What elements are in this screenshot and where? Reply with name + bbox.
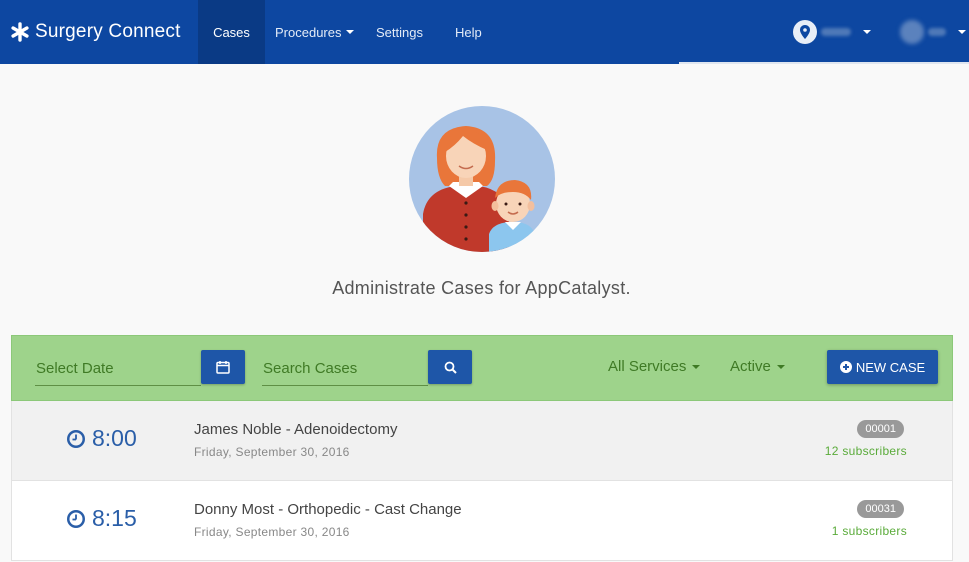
chevron-down-icon (863, 30, 871, 34)
brand-link[interactable]: Surgery Connect (10, 0, 181, 64)
location-name-redacted (821, 28, 851, 36)
nav-help[interactable]: Help (455, 0, 482, 64)
subscribers-count[interactable]: 12 subscribers (825, 444, 907, 458)
user-dropdown[interactable] (900, 0, 966, 64)
date-input[interactable]: Select Date (35, 350, 201, 386)
asterisk-icon (11, 22, 29, 42)
case-date: Friday, September 30, 2016 (194, 445, 350, 459)
case-title[interactable]: Donny Most - Orthopedic - Cast Change (194, 501, 462, 518)
services-dropdown[interactable]: All Services (608, 358, 701, 375)
page-title: Administrate Cases for AppCatalyst. (332, 278, 631, 298)
brand-name: Surgery Connect (35, 21, 181, 42)
nav-settings[interactable]: Settings (376, 0, 423, 64)
new-case-button[interactable]: NEW CASE (827, 350, 938, 384)
search-input[interactable]: Search Cases (262, 350, 428, 386)
nav-cases-label: Cases (213, 24, 250, 40)
nav-help-label: Help (455, 24, 482, 40)
mother-child-illustration (409, 106, 555, 252)
case-time: 8:15 (66, 505, 137, 532)
clock-icon (67, 429, 85, 448)
location-dropdown[interactable] (793, 0, 871, 64)
nav-procedures-label: Procedures (275, 24, 342, 40)
case-time-text: 8:00 (92, 425, 137, 451)
case-title[interactable]: James Noble - Adenoidectomy (194, 421, 397, 438)
subscribers-count[interactable]: 1 subscribers (832, 524, 907, 538)
case-row[interactable]: 8:15 Donny Most - Orthopedic - Cast Chan… (11, 481, 953, 561)
clock-icon (67, 509, 85, 528)
new-case-label: NEW CASE (855, 359, 926, 375)
case-time-text: 8:15 (92, 505, 137, 531)
plus-circle-icon (839, 361, 852, 373)
chevron-down-icon (776, 364, 785, 369)
nav-cases[interactable]: Cases (198, 0, 265, 64)
nav-settings-label: Settings (376, 24, 423, 40)
search-icon (444, 361, 457, 374)
case-time: 8:00 (66, 425, 137, 452)
services-label: All Services (608, 358, 687, 375)
calendar-button[interactable] (201, 350, 245, 384)
case-id-badge: 00001 (857, 420, 904, 438)
case-id-badge: 00031 (857, 500, 904, 518)
navbar-divider (679, 62, 969, 64)
nav-procedures[interactable]: Procedures (275, 0, 355, 64)
chevron-down-icon (346, 30, 355, 34)
map-marker-icon (793, 20, 817, 44)
status-dropdown[interactable]: Active (730, 358, 785, 375)
case-row[interactable]: 8:00 James Noble - Adenoidectomy Friday,… (11, 401, 953, 481)
user-name-redacted (928, 28, 946, 36)
chevron-down-icon (958, 30, 966, 34)
top-navbar: Surgery Connect Cases Procedures Setting… (0, 0, 969, 64)
search-button[interactable] (428, 350, 472, 384)
user-avatar-icon (900, 20, 924, 44)
chevron-down-icon (692, 364, 701, 369)
case-filter-toolbar: Select Date Search Cases All Services Ac… (11, 335, 953, 401)
status-label: Active (730, 358, 771, 375)
case-date: Friday, September 30, 2016 (194, 525, 350, 539)
calendar-icon (216, 361, 230, 374)
